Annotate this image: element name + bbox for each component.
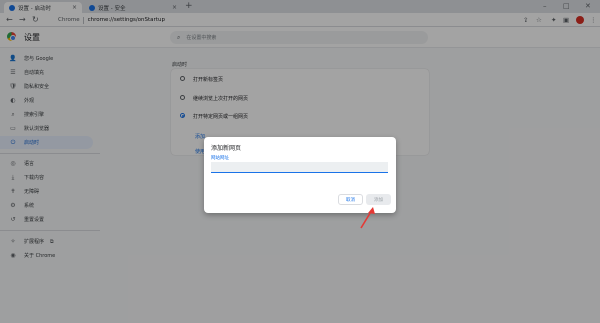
annotation-arrow-icon [360,207,375,229]
